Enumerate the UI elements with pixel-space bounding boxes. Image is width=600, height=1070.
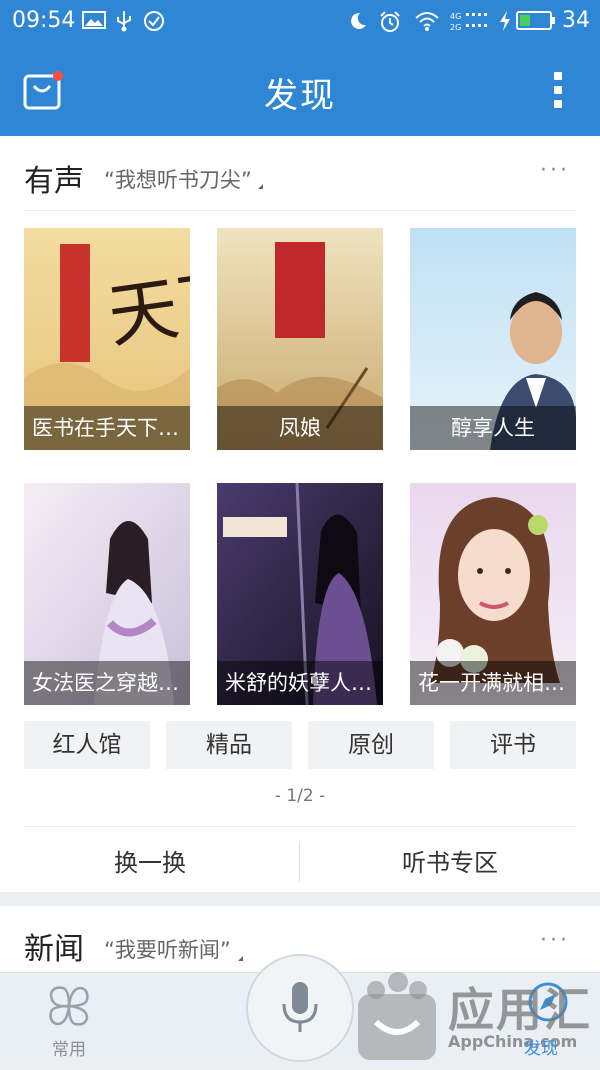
tab-discover[interactable]: 发现 xyxy=(524,1034,558,1059)
book-card[interactable]: 天下至 医书在手天下… xyxy=(24,228,190,450)
book-card[interactable]: 醇享人生 xyxy=(410,228,576,450)
voice-hint[interactable]: “我想听书刀尖” xyxy=(104,164,252,194)
tab-common[interactable]: 常用 xyxy=(36,982,102,1060)
wifi-icon xyxy=(415,12,439,31)
tab-label: 常用 xyxy=(52,1040,86,1060)
section-title: 新闻 xyxy=(24,932,84,967)
check-circle-icon xyxy=(144,11,164,31)
category-pingshu[interactable]: 评书 xyxy=(450,721,576,769)
app-header: 发现 xyxy=(0,42,600,136)
signal-icon: 4G2G xyxy=(450,12,487,32)
battery-icon xyxy=(516,11,555,30)
svg-text:4G: 4G xyxy=(450,12,461,21)
category-hongrenguan[interactable]: 红人馆 xyxy=(24,721,150,769)
page-indicator: - 1/2 - xyxy=(274,786,326,806)
hint-corner-icon xyxy=(258,184,263,189)
category-jingpin[interactable]: 精品 xyxy=(166,721,292,769)
more-horizontal-icon[interactable]: ··· xyxy=(540,928,570,953)
category-yuanchuang[interactable]: 原创 xyxy=(308,721,434,769)
watermark-text: 应用汇 xyxy=(448,983,592,1037)
book-card[interactable]: 米舒的妖孽人… xyxy=(217,483,383,705)
book-card[interactable]: 凤娘 xyxy=(217,228,383,450)
svg-text:2G: 2G xyxy=(450,23,461,32)
watermark-logo xyxy=(358,972,436,1060)
book-title: 医书在手天下… xyxy=(24,406,190,450)
moon-icon xyxy=(351,12,366,29)
battery-percent: 34 xyxy=(562,8,590,33)
page-title: 发现 xyxy=(264,76,336,116)
audiobook-zone-button[interactable]: 听书专区 xyxy=(300,840,600,886)
book-title: 醇享人生 xyxy=(410,406,576,450)
divider xyxy=(24,826,576,827)
voice-hint[interactable]: “我要听新闻” xyxy=(104,934,231,964)
section-title: 有声 xyxy=(24,164,84,199)
book-title: 米舒的妖孽人… xyxy=(217,661,383,705)
book-title: 凤娘 xyxy=(217,406,383,450)
more-horizontal-icon[interactable]: ··· xyxy=(540,158,570,183)
book-card[interactable]: 花一开满就相… xyxy=(410,483,576,705)
usb-icon xyxy=(117,11,131,32)
alarm-icon xyxy=(380,11,400,32)
clover-icon xyxy=(49,986,89,1026)
status-time: 09:54 xyxy=(12,8,76,33)
voice-input-button[interactable] xyxy=(246,954,354,1062)
microphone-icon xyxy=(282,982,318,1032)
book-title: 女法医之穿越… xyxy=(24,661,190,705)
charging-icon xyxy=(500,11,510,31)
audio-section: 有声 “我想听书刀尖” ··· 天下至 医书在手天下… 凤娘 醇享人生 女法医之… xyxy=(0,136,600,892)
watermark: 应用汇 AppChina.com 发现 xyxy=(352,966,600,1066)
status-bar: 09:54 4G 2G 34 xyxy=(0,0,600,42)
divider xyxy=(24,210,576,211)
hint-corner-icon xyxy=(238,956,243,961)
book-title: 花一开满就相… xyxy=(410,661,576,705)
refresh-button[interactable]: 换一换 xyxy=(0,840,300,886)
more-vertical-icon[interactable] xyxy=(546,70,570,110)
book-card[interactable]: 女法医之穿越… xyxy=(24,483,190,705)
image-icon xyxy=(82,11,106,29)
